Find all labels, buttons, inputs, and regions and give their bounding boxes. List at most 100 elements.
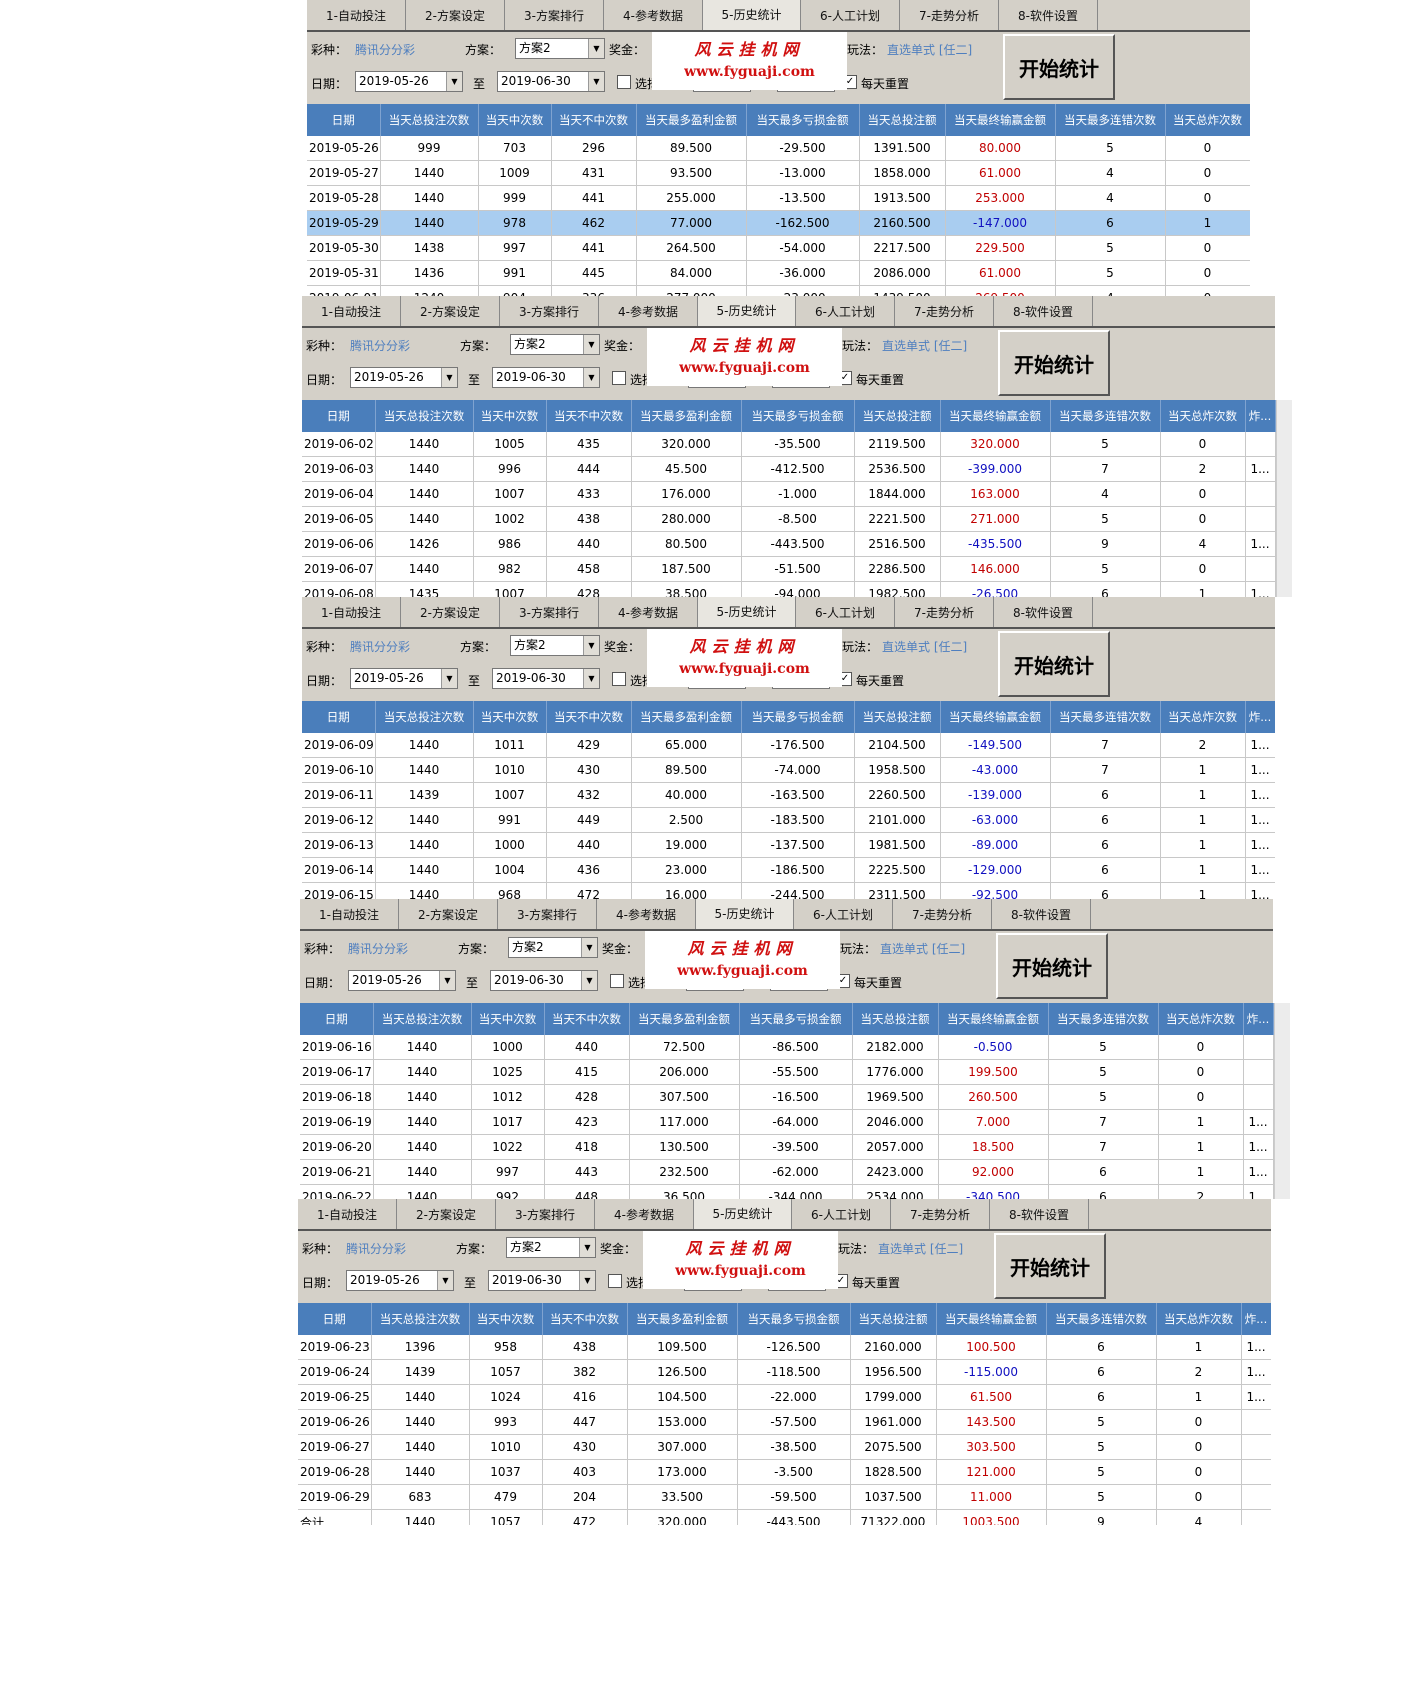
- column-header[interactable]: 当天总炸次数: [1160, 400, 1246, 432]
- table-row[interactable]: 2019-06-20 1440 1022 418 130.500 -39.500 2057.…: [300, 1134, 1274, 1160]
- table-row[interactable]: 2019-06-10 1440 1010 430 89.500 -74.000 1958.5…: [302, 757, 1275, 783]
- column-header[interactable]: 当天最多亏损金额: [737, 1303, 851, 1335]
- tab-1[interactable]: 1-自动投注: [302, 597, 401, 627]
- date-from-picker[interactable]: 2019-05-26 ▼: [350, 668, 458, 689]
- vertical-scrollbar[interactable]: [1276, 400, 1292, 597]
- date-to-picker[interactable]: 2019-06-30 ▼: [492, 367, 600, 388]
- column-header[interactable]: 当天最多连错次数: [1055, 104, 1166, 136]
- select-time-checkbox[interactable]: [612, 371, 626, 385]
- start-stats-button[interactable]: 开始统计: [994, 1233, 1106, 1299]
- start-stats-button[interactable]: 开始统计: [1003, 34, 1115, 100]
- column-header[interactable]: 当天中次数: [473, 400, 547, 432]
- column-header[interactable]: 炸...: [1245, 400, 1276, 432]
- table-row[interactable]: 2019-06-28 1440 1037 403 173.000 -3.500 1828.5…: [298, 1459, 1271, 1485]
- table-row[interactable]: 2019-06-18 1440 1012 428 307.500 -16.500 1969.…: [300, 1084, 1274, 1110]
- vertical-scrollbar[interactable]: [1274, 1003, 1290, 1199]
- table-row[interactable]: 2019-06-13 1440 1000 440 19.000 -137.500 1981.…: [302, 832, 1275, 858]
- tab-6[interactable]: 6-人工计划: [792, 1199, 891, 1229]
- tab-8[interactable]: 8-软件设置: [992, 899, 1091, 929]
- chevron-down-icon[interactable]: ▼: [583, 669, 599, 688]
- table-row[interactable]: 2019-05-29 1440 978 462 77.000 -162.500 2160.5…: [307, 210, 1250, 236]
- column-header[interactable]: 当天最多连错次数: [1046, 1303, 1157, 1335]
- date-from-picker[interactable]: 2019-05-26 ▼: [355, 71, 463, 92]
- play-value[interactable]: 直选单式 [任二]: [880, 940, 965, 957]
- play-value[interactable]: 直选单式 [任二]: [882, 638, 967, 655]
- lottery-value[interactable]: 腾讯分分彩: [346, 1240, 406, 1257]
- table-row[interactable]: 2019-06-26 1440 993 447 153.000 -57.500 1961.0…: [298, 1409, 1271, 1435]
- chevron-down-icon[interactable]: ▼: [583, 636, 599, 655]
- column-header[interactable]: 当天不中次数: [544, 1003, 630, 1035]
- column-header[interactable]: 当天最多连错次数: [1048, 1003, 1159, 1035]
- play-value[interactable]: 直选单式 [任二]: [887, 41, 972, 58]
- column-header[interactable]: 当天总投注额: [859, 104, 946, 136]
- table-row[interactable]: 2019-06-12 1440 991 449 2.500 -183.500 2101.00…: [302, 807, 1275, 833]
- chevron-down-icon[interactable]: ▼: [581, 971, 597, 990]
- chevron-down-icon[interactable]: ▼: [583, 335, 599, 354]
- tab-3[interactable]: 3-方案排行: [496, 1199, 595, 1229]
- chevron-down-icon[interactable]: ▼: [446, 72, 462, 91]
- start-stats-button[interactable]: 开始统计: [998, 631, 1110, 697]
- column-header[interactable]: 当天总投注额: [854, 400, 941, 432]
- table-row[interactable]: 2019-06-05 1440 1002 438 280.000 -8.500 2221.5…: [302, 506, 1276, 532]
- table-row[interactable]: 2019-06-23 1396 958 438 109.500 -126.500 2160.…: [298, 1335, 1271, 1360]
- tab-3[interactable]: 3-方案排行: [500, 597, 599, 627]
- column-header[interactable]: 当天最多亏损金额: [741, 400, 855, 432]
- column-header[interactable]: 当天中次数: [471, 1003, 545, 1035]
- column-header[interactable]: 当天最多亏损金额: [741, 701, 855, 733]
- column-header[interactable]: 日期: [298, 1303, 372, 1335]
- tab-7[interactable]: 7-走势分析: [891, 1199, 990, 1229]
- lottery-value[interactable]: 腾讯分分彩: [350, 638, 410, 655]
- table-row[interactable]: 2019-06-06 1426 986 440 80.500 -443.500 2516.5…: [302, 531, 1276, 557]
- tab-4[interactable]: 4-参考数据: [599, 296, 698, 326]
- table-row[interactable]: 2019-05-28 1440 999 441 255.000 -13.500 1913.5…: [307, 185, 1250, 211]
- column-header[interactable]: 炸...: [1241, 1303, 1271, 1335]
- table-row[interactable]: 2019-06-29 683 479 204 33.500 -59.500 1037.500…: [298, 1484, 1271, 1510]
- tab-8[interactable]: 8-软件设置: [994, 597, 1093, 627]
- column-header[interactable]: 炸...: [1243, 1003, 1274, 1035]
- tab-7[interactable]: 7-走势分析: [895, 597, 994, 627]
- column-header[interactable]: 日期: [302, 701, 376, 733]
- table-row[interactable]: 2019-05-27 1440 1009 431 93.500 -13.000 1858.0…: [307, 160, 1250, 186]
- column-header[interactable]: 当天总投注额: [850, 1303, 937, 1335]
- table-row[interactable]: 2019-05-30 1438 997 441 264.500 -54.000 2217.5…: [307, 235, 1250, 261]
- tab-6[interactable]: 6-人工计划: [794, 899, 893, 929]
- column-header[interactable]: 当天总投注次数: [375, 701, 474, 733]
- select-time-checkbox[interactable]: [608, 1274, 622, 1288]
- tab-2[interactable]: 2-方案设定: [399, 899, 498, 929]
- column-header[interactable]: 当天最终输赢金额: [936, 1303, 1047, 1335]
- table-row[interactable]: 2019-06-02 1440 1005 435 320.000 -35.500 2119.…: [302, 432, 1276, 457]
- column-header[interactable]: 日期: [300, 1003, 374, 1035]
- column-header[interactable]: 当天最终输赢金额: [938, 1003, 1049, 1035]
- column-header[interactable]: 当天最多连错次数: [1050, 701, 1161, 733]
- select-time-checkbox[interactable]: [610, 974, 624, 988]
- tab-5[interactable]: 5-历史统计: [694, 1199, 792, 1229]
- start-stats-button[interactable]: 开始统计: [996, 933, 1108, 999]
- date-to-picker[interactable]: 2019-06-30 ▼: [497, 71, 605, 92]
- column-header[interactable]: 当天最多亏损金额: [739, 1003, 853, 1035]
- date-from-picker[interactable]: 2019-05-26 ▼: [348, 970, 456, 991]
- column-header[interactable]: 当天最多连错次数: [1050, 400, 1161, 432]
- tab-7[interactable]: 7-走势分析: [895, 296, 994, 326]
- column-header[interactable]: 当天不中次数: [551, 104, 637, 136]
- plan-select[interactable]: 方案2 ▼: [506, 1237, 596, 1258]
- tab-2[interactable]: 2-方案设定: [397, 1199, 496, 1229]
- column-header[interactable]: 当天总炸次数: [1160, 701, 1246, 733]
- tab-2[interactable]: 2-方案设定: [406, 0, 505, 30]
- tab-2[interactable]: 2-方案设定: [401, 296, 500, 326]
- table-row[interactable]: 2019-06-09 1440 1011 429 65.000 -176.500 2104.…: [302, 733, 1275, 758]
- column-header[interactable]: 当天不中次数: [546, 701, 632, 733]
- tab-6[interactable]: 6-人工计划: [796, 296, 895, 326]
- chevron-down-icon[interactable]: ▼: [437, 1271, 453, 1290]
- tab-1[interactable]: 1-自动投注: [300, 899, 399, 929]
- column-header[interactable]: 当天总投注次数: [371, 1303, 470, 1335]
- table-row[interactable]: 2019-06-15 1440 968 472 16.000 -244.500 2311.5…: [302, 882, 1275, 899]
- tab-2[interactable]: 2-方案设定: [401, 597, 500, 627]
- column-header[interactable]: 当天最多盈利金额: [627, 1303, 738, 1335]
- column-header[interactable]: 当天不中次数: [546, 400, 632, 432]
- select-time-checkbox[interactable]: [617, 75, 631, 89]
- column-header[interactable]: 当天总投注额: [852, 1003, 939, 1035]
- lottery-value[interactable]: 腾讯分分彩: [350, 337, 410, 354]
- lottery-value[interactable]: 腾讯分分彩: [355, 41, 415, 58]
- column-header[interactable]: 当天不中次数: [542, 1303, 628, 1335]
- table-row[interactable]: 2019-06-11 1439 1007 432 40.000 -163.500 2260.…: [302, 782, 1275, 808]
